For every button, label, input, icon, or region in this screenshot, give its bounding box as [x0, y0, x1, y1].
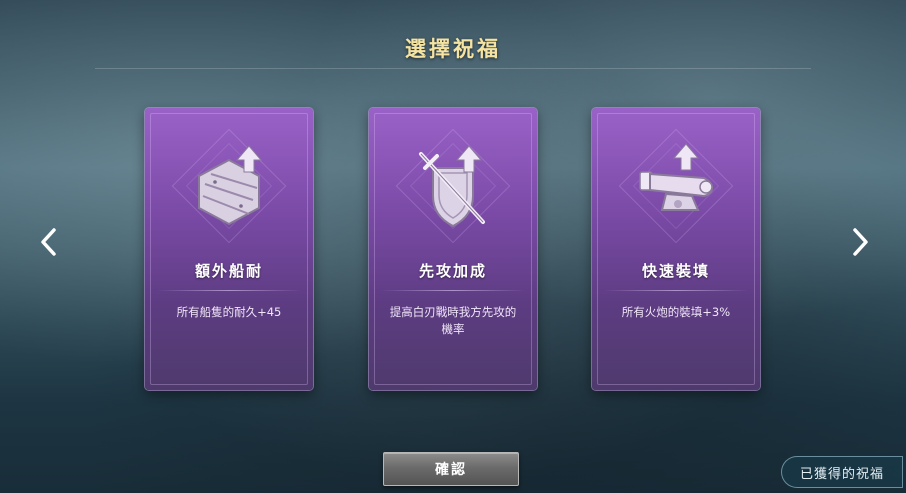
card-title: 額外船耐 — [194, 262, 263, 280]
confirm-button[interactable]: 確認 — [383, 452, 519, 486]
card-divider — [157, 290, 301, 291]
card-divider — [381, 290, 525, 291]
blessing-card-first-strike[interactable]: 先攻加成 提高白刃戰時我方先攻的機率 — [369, 108, 537, 390]
previous-arrow-button[interactable] — [33, 222, 63, 262]
card-description: 所有火炮的裝填+3% — [621, 305, 731, 319]
next-arrow-button[interactable] — [846, 222, 876, 262]
card-divider — [604, 290, 748, 291]
page-title: 選擇祝福 — [405, 37, 501, 61]
obtained-blessings-button[interactable]: 已獲得的祝福 — [781, 456, 903, 488]
sword-shield-upgrade-icon — [419, 145, 485, 228]
chevron-right-icon — [853, 228, 868, 256]
card-title: 先攻加成 — [418, 262, 487, 280]
chevron-left-icon — [41, 228, 56, 256]
title-bar: 選擇祝福 — [95, 30, 811, 69]
card-description: 所有船隻的耐久+45 — [176, 305, 282, 319]
blessing-card-fast-reload[interactable]: 快速裝填 所有火炮的裝填+3% — [592, 108, 760, 390]
card-description: 提高白刃戰時我方先攻的機率 — [389, 305, 517, 336]
blessing-card-extra-durability[interactable]: 額外船耐 所有船隻的耐久+45 — [145, 108, 313, 390]
ship-plank-upgrade-icon — [198, 145, 263, 226]
cannon-upgrade-icon — [639, 143, 714, 211]
card-title: 快速裝填 — [641, 262, 710, 280]
